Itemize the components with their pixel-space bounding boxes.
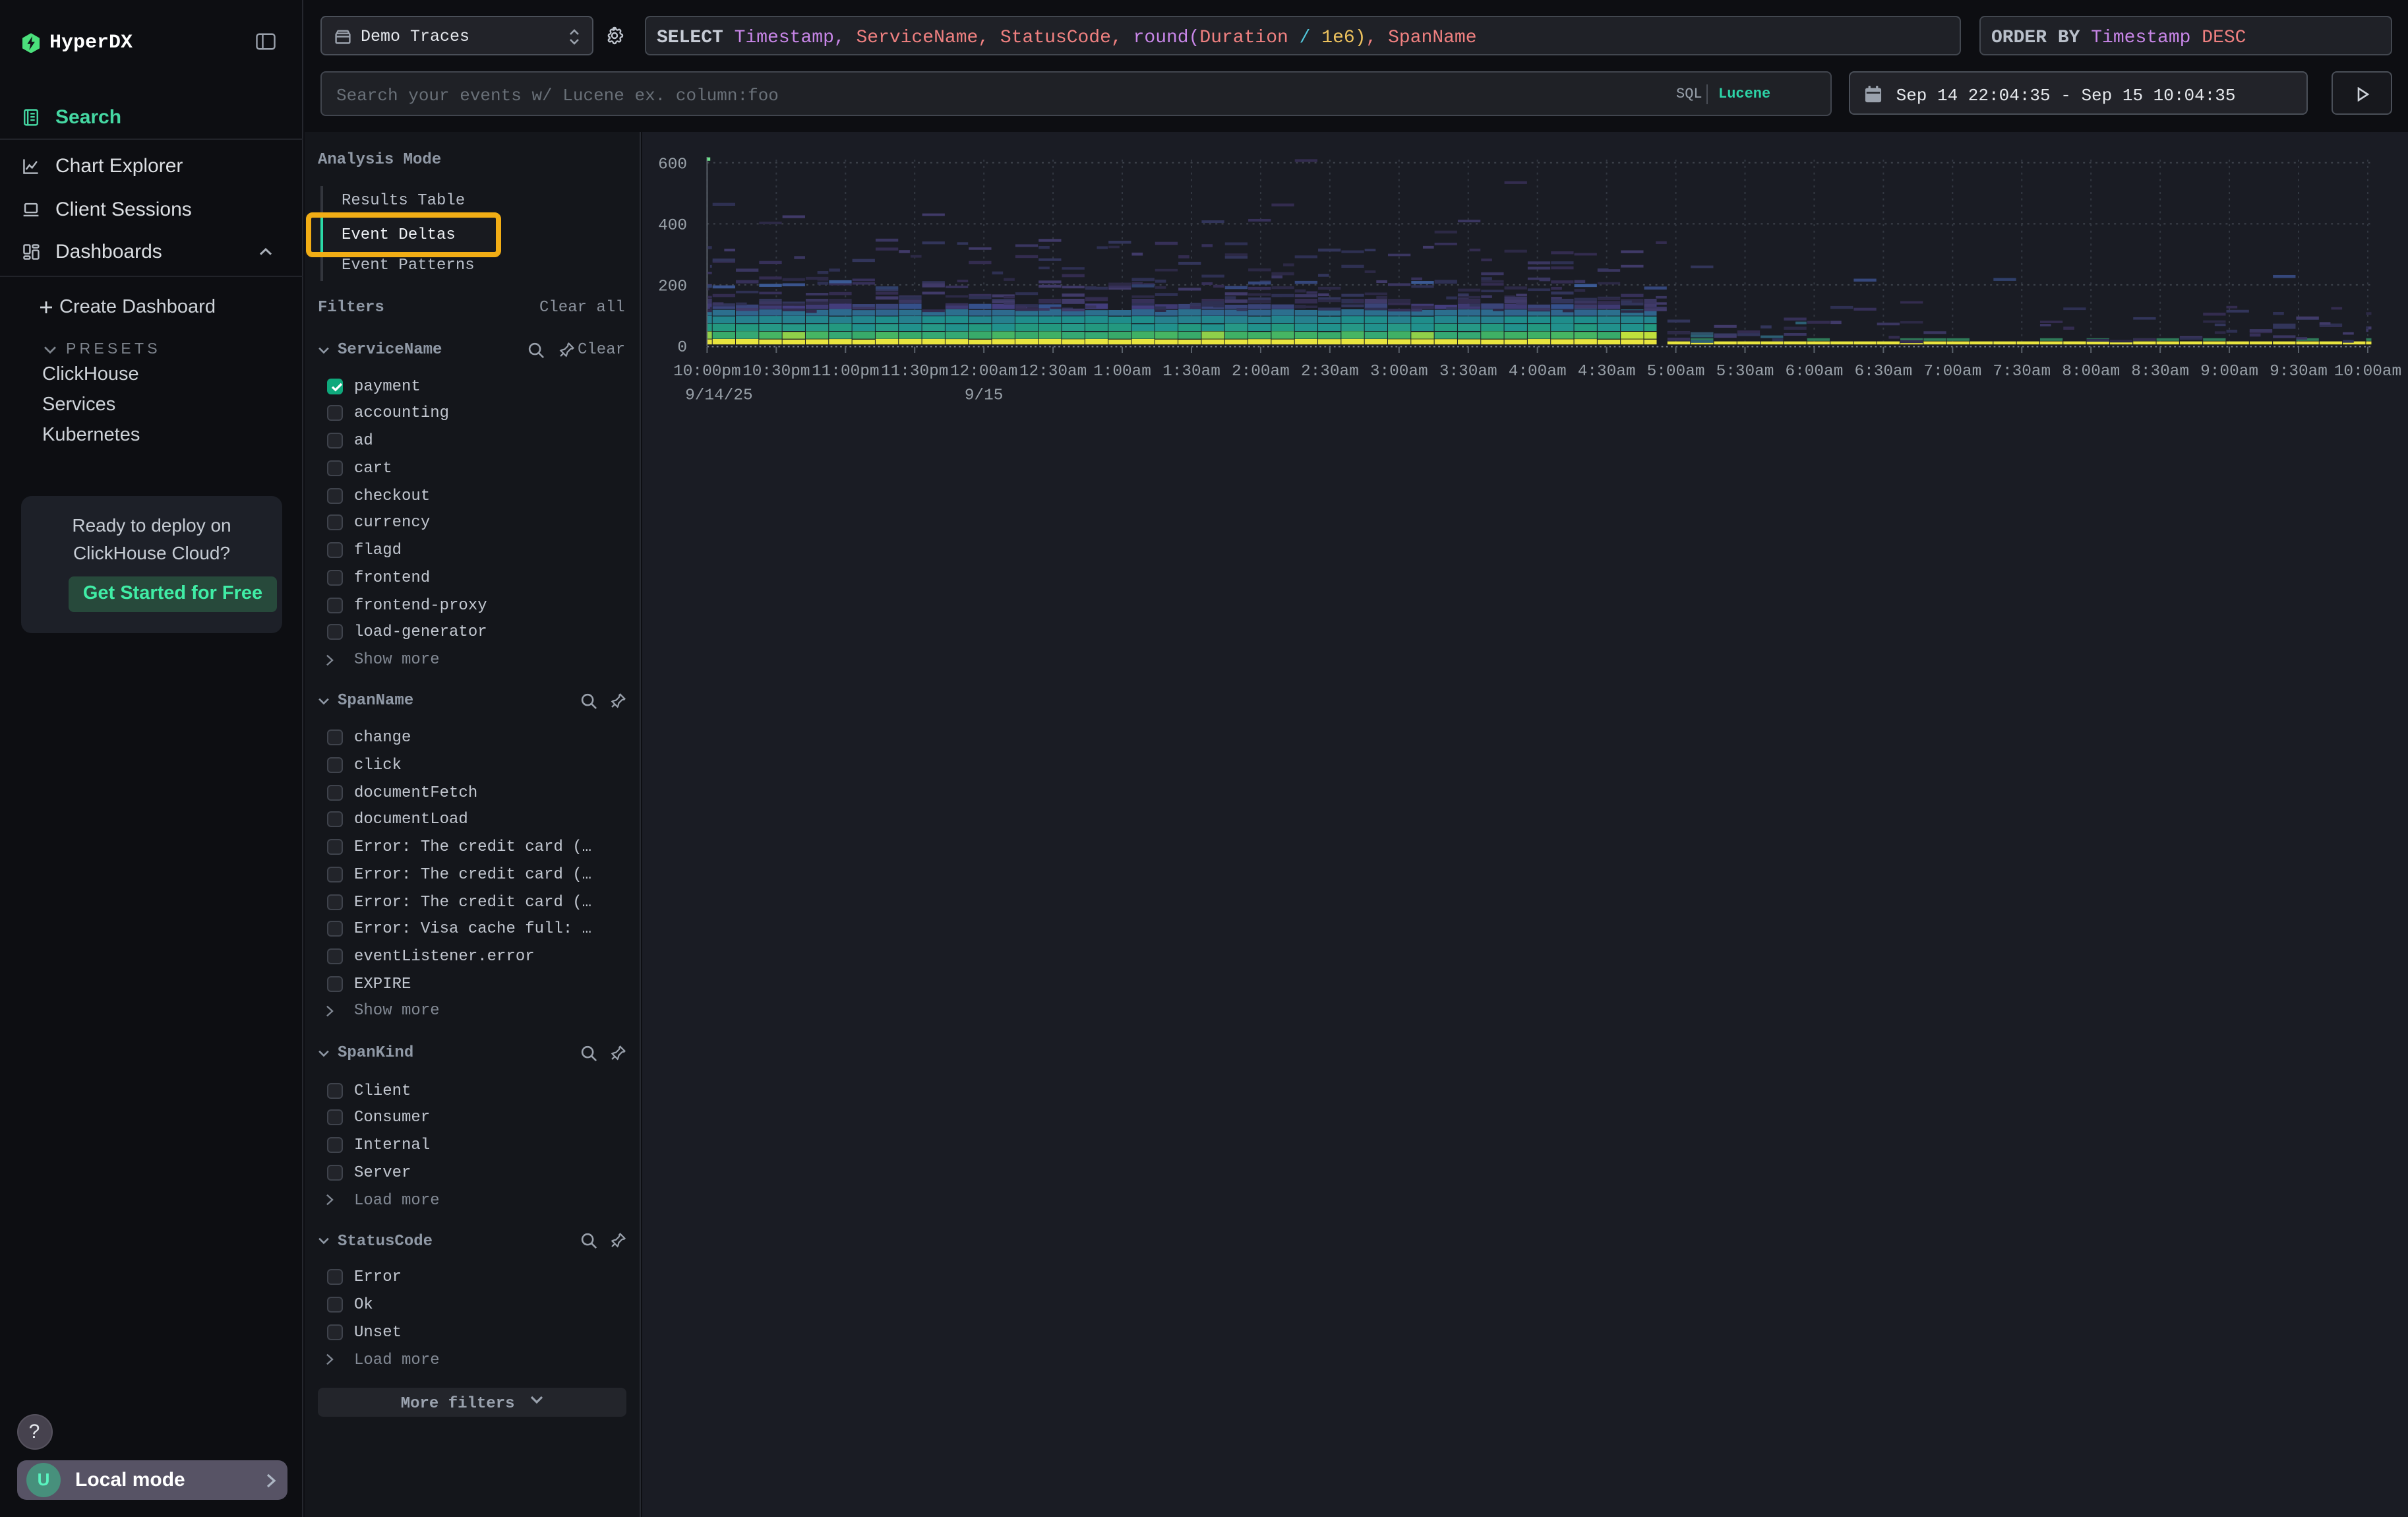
svg-text:0: 0 xyxy=(677,339,687,357)
svg-text:8:30am: 8:30am xyxy=(2131,363,2189,381)
svg-text:8:00am: 8:00am xyxy=(2062,363,2120,381)
svg-text:2:30am: 2:30am xyxy=(1301,363,1359,381)
svg-text:1:00am: 1:00am xyxy=(1093,363,1151,381)
svg-text:12:30am: 12:30am xyxy=(1019,363,1087,381)
svg-text:2:00am: 2:00am xyxy=(1232,363,1290,381)
svg-text:9/14/25: 9/14/25 xyxy=(685,387,752,405)
svg-text:600: 600 xyxy=(658,156,687,173)
svg-text:5:30am: 5:30am xyxy=(1716,363,1774,381)
svg-text:1:30am: 1:30am xyxy=(1162,363,1220,381)
svg-text:9:30am: 9:30am xyxy=(2270,363,2328,381)
svg-text:5:00am: 5:00am xyxy=(1647,363,1705,381)
svg-text:10:30pm: 10:30pm xyxy=(742,363,810,381)
svg-text:11:30pm: 11:30pm xyxy=(881,363,948,381)
svg-text:3:30am: 3:30am xyxy=(1439,363,1497,381)
svg-text:400: 400 xyxy=(658,217,687,235)
svg-text:10:00pm: 10:00pm xyxy=(673,363,740,381)
svg-text:3:00am: 3:00am xyxy=(1370,363,1428,381)
svg-text:6:00am: 6:00am xyxy=(1786,363,1844,381)
svg-text:4:00am: 4:00am xyxy=(1509,363,1567,381)
svg-text:11:00pm: 11:00pm xyxy=(812,363,879,381)
svg-text:7:30am: 7:30am xyxy=(1993,363,2051,381)
svg-text:9/15: 9/15 xyxy=(965,387,1004,405)
svg-text:12:00am: 12:00am xyxy=(950,363,1017,381)
svg-text:7:00am: 7:00am xyxy=(1923,363,1981,381)
svg-text:200: 200 xyxy=(658,278,687,295)
svg-text:10:00am: 10:00am xyxy=(2334,363,2401,381)
svg-text:6:30am: 6:30am xyxy=(1854,363,1912,381)
svg-text:9:00am: 9:00am xyxy=(2200,363,2258,381)
svg-text:4:30am: 4:30am xyxy=(1578,363,1636,381)
